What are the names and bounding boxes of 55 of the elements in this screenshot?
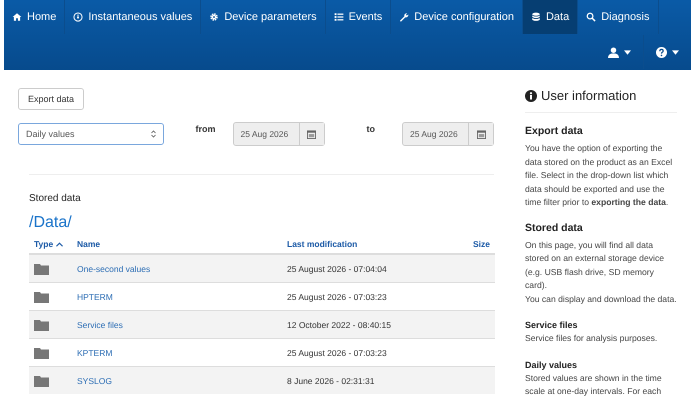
to-date-field[interactable]: 25 Aug 2026 bbox=[402, 122, 494, 146]
user-icon bbox=[608, 46, 619, 58]
data-type-select[interactable]: Daily values bbox=[18, 123, 164, 145]
modified-date: 25 August 2026 - 07:03:23 bbox=[287, 348, 387, 358]
info-text: On this page, you will find all data stored on an external storage device (e.g. USB flash drive, SD memory card). bbox=[525, 238, 666, 292]
info-heading: Export data bbox=[525, 125, 584, 137]
info-text: Service files for analysis purposes. bbox=[525, 332, 658, 345]
list-icon bbox=[334, 12, 344, 22]
modified-date: 8 June 2026 - 02:31:31 bbox=[287, 376, 374, 386]
search-icon bbox=[586, 12, 596, 22]
file-link[interactable]: Service files bbox=[77, 320, 123, 330]
chevron-icon bbox=[150, 130, 156, 138]
modified-date: 12 October 2022 - 08:40:15 bbox=[287, 320, 391, 330]
folder-icon bbox=[34, 346, 49, 358]
file-link[interactable]: KPTERM bbox=[77, 348, 112, 358]
folder-path: /Data/ bbox=[29, 214, 73, 232]
panel-title: User information bbox=[541, 88, 636, 103]
file-link[interactable]: HPTERM bbox=[77, 292, 113, 302]
nav-tab[interactable]: Events bbox=[326, 0, 392, 34]
export-button[interactable]: Export data bbox=[18, 88, 84, 110]
nav-tab[interactable]: Device parameters bbox=[201, 0, 326, 34]
calendar-icon bbox=[476, 130, 486, 138]
modified-date: 25 August 2026 - 07:04:04 bbox=[287, 264, 387, 274]
gear-icon bbox=[209, 12, 220, 22]
caret-icon bbox=[624, 50, 631, 54]
folder-icon bbox=[34, 290, 49, 302]
gauge-icon bbox=[73, 12, 84, 22]
info-heading: Service files bbox=[525, 320, 579, 330]
folder-icon bbox=[34, 262, 49, 274]
nav-tab[interactable]: Instantaneous values bbox=[65, 0, 202, 34]
folder-icon bbox=[34, 318, 49, 330]
folder-icon bbox=[34, 374, 49, 386]
home-icon bbox=[12, 12, 22, 22]
calendar-icon bbox=[307, 130, 316, 138]
nav-tab[interactable]: Data bbox=[522, 0, 578, 34]
help-icon bbox=[656, 46, 667, 58]
info-text: You can display and download the data. bbox=[525, 292, 677, 306]
info-heading: Daily values bbox=[525, 360, 578, 370]
file-link[interactable]: One-second values bbox=[77, 264, 150, 274]
from-date-field[interactable]: 25 Aug 2026 bbox=[232, 122, 324, 146]
section-title: Stored data bbox=[29, 193, 82, 204]
info-heading: Stored data bbox=[525, 222, 584, 234]
to-label: to bbox=[366, 124, 375, 134]
nav-tab[interactable]: Home bbox=[4, 0, 66, 34]
info-text: Stored values are shown in the time scale at one-day intervals. For each bbox=[525, 372, 663, 398]
wrench-icon bbox=[399, 12, 410, 22]
info-text: You have the option of exporting the data stored on the product as an Excel file. Select in the drop-down list which data should be exported and use the time filter prior to exporting the data. bbox=[525, 142, 674, 209]
sort-ascending-icon bbox=[56, 242, 64, 247]
info-icon bbox=[525, 90, 537, 102]
modified-date: 25 August 2026 - 07:03:23 bbox=[287, 292, 387, 302]
from-label: from bbox=[196, 124, 216, 134]
caret-icon bbox=[672, 50, 679, 54]
database-icon bbox=[530, 12, 541, 22]
nav-tab[interactable]: Diagnosis bbox=[578, 0, 659, 34]
file-link[interactable]: SYSLOG bbox=[77, 376, 112, 386]
